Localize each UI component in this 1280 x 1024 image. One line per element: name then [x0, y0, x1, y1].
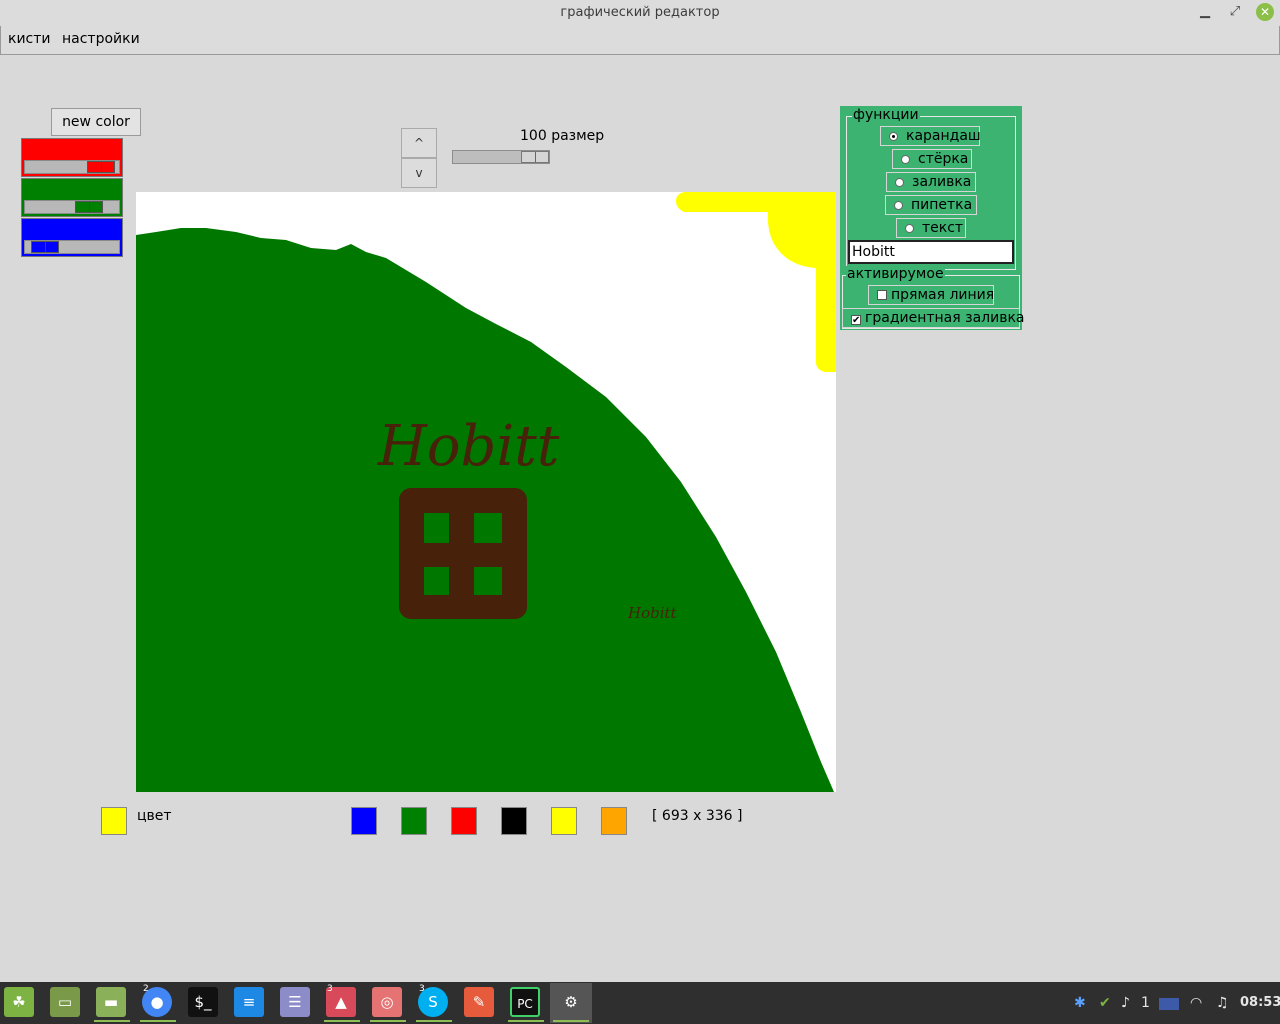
chrome-active-indicator	[140, 1020, 176, 1022]
photos-active-indicator	[324, 1020, 360, 1022]
tool-eraser-label: стёрка	[918, 151, 969, 167]
current-color-label: цвет	[137, 808, 172, 824]
functions-title: функции	[852, 107, 920, 123]
palette-orange[interactable]	[601, 807, 627, 835]
menu-bar	[0, 26, 1280, 55]
photos-badge: 3	[327, 984, 333, 994]
terminal-icon[interactable]: $_	[188, 987, 218, 1017]
us-flag-icon[interactable]	[1159, 998, 1179, 1010]
mint-menu-icon[interactable]: ☘	[4, 987, 34, 1017]
menu-brushes[interactable]: кисти	[8, 31, 51, 47]
bluetooth-icon[interactable]: ✱	[1074, 995, 1086, 1011]
pycharm-active-indicator	[508, 1020, 544, 1022]
eyedropper-radio-icon	[894, 201, 903, 210]
tool-pencil[interactable]: карандаш	[880, 126, 981, 146]
active-options-title: активирумое	[846, 266, 945, 282]
reader-active-indicator	[370, 1020, 406, 1022]
skype-active-indicator	[416, 1020, 452, 1022]
door-window-4	[474, 567, 502, 595]
writer-icon[interactable]: ≡	[234, 987, 264, 1017]
size-value: 100	[520, 128, 547, 144]
clock: 08:53	[1240, 995, 1280, 1010]
palette-black[interactable]	[501, 807, 527, 835]
door-window-3	[424, 567, 449, 595]
palette-blue[interactable]	[351, 807, 377, 835]
red-channel	[21, 138, 123, 177]
settings-active-indicator	[553, 1020, 589, 1022]
blue-channel	[21, 218, 123, 257]
reader-icon[interactable]: ◎	[372, 987, 402, 1017]
pycharm-icon[interactable]: PC	[510, 987, 540, 1017]
fill-radio-icon	[895, 178, 904, 187]
settings-app-icon[interactable]: ⚙	[556, 987, 586, 1017]
size-caption: размер	[551, 128, 605, 144]
wifi-icon[interactable]: ◠	[1190, 995, 1202, 1011]
pencil-radio-icon	[889, 132, 898, 141]
notifications-icon[interactable]: ♪	[1121, 995, 1130, 1011]
update-shield-icon[interactable]: ✔	[1099, 995, 1111, 1011]
door-window-1	[424, 513, 449, 543]
files-active-indicator	[94, 1020, 130, 1022]
tool-eyedropper-label: пипетка	[911, 197, 973, 213]
files-icon[interactable]: ▬	[96, 987, 126, 1017]
gradient-fill-option[interactable]: ✔ градиентная заливка	[842, 308, 1024, 328]
red-slider-handle[interactable]	[86, 161, 115, 173]
size-slider-handle[interactable]	[521, 151, 549, 163]
palette-yellow[interactable]	[551, 807, 577, 835]
tool-fill[interactable]: заливка	[886, 172, 976, 192]
menu-settings[interactable]: настройки	[62, 31, 140, 47]
text-radio-icon	[905, 224, 914, 233]
sound-icon[interactable]: ♫	[1216, 995, 1229, 1011]
canvas-small-text: Hobitt	[627, 604, 678, 622]
sun-shape	[676, 192, 836, 372]
green-slider[interactable]	[24, 200, 120, 214]
tool-text-label: текст	[922, 220, 964, 236]
canvas-big-text: Hobitt	[377, 414, 560, 479]
eraser-radio-icon	[901, 155, 910, 164]
tool-eyedropper[interactable]: пипетка	[885, 195, 977, 215]
tool-fill-label: заливка	[912, 174, 972, 190]
green-slider-handle[interactable]	[75, 201, 103, 213]
gradient-fill-checkbox-icon: ✔	[851, 315, 861, 326]
straight-line-checkbox-icon	[877, 290, 887, 300]
cursor-coordinates: [ 693 x 336 ]	[652, 808, 743, 824]
tool-eraser[interactable]: стёрка	[892, 149, 972, 169]
current-color-swatch	[101, 807, 127, 835]
gimp-icon[interactable]: ✎	[464, 987, 494, 1017]
tool-pencil-label: карандаш	[906, 128, 981, 144]
close-button[interactable]: ✕	[1256, 3, 1274, 21]
chrome-badge: 2	[143, 984, 149, 994]
maximize-button[interactable]: ⤢	[1226, 3, 1244, 21]
palette-red[interactable]	[451, 807, 477, 835]
text-tool-input[interactable]	[848, 240, 1014, 264]
show-desktop-icon[interactable]: ▭	[50, 987, 80, 1017]
size-up-button[interactable]: ^	[401, 128, 437, 158]
straight-line-option[interactable]: прямая линия	[868, 285, 994, 305]
window-title: графический редактор	[560, 5, 720, 20]
size-down-button[interactable]: v	[401, 158, 437, 188]
straight-line-label: прямая линия	[891, 287, 995, 303]
tool-text[interactable]: текст	[896, 218, 966, 238]
minimize-button[interactable]: ▁	[1196, 3, 1214, 21]
new-color-button[interactable]: new color	[51, 108, 141, 136]
drawing-canvas[interactable]: Hobitt Hobitt	[136, 192, 836, 792]
palette-green[interactable]	[401, 807, 427, 835]
green-channel	[21, 178, 123, 217]
canvas-drawing: Hobitt Hobitt	[136, 192, 836, 792]
size-label: 100 размер	[520, 128, 604, 144]
blue-slider-handle[interactable]	[30, 241, 59, 253]
text-editor-icon[interactable]: ☰	[280, 987, 310, 1017]
door-window-2	[474, 513, 502, 543]
gradient-fill-label: градиентная заливка	[865, 310, 1025, 326]
skype-badge: 3	[419, 984, 425, 994]
notifications-count: 1	[1141, 995, 1150, 1011]
door	[399, 488, 527, 619]
